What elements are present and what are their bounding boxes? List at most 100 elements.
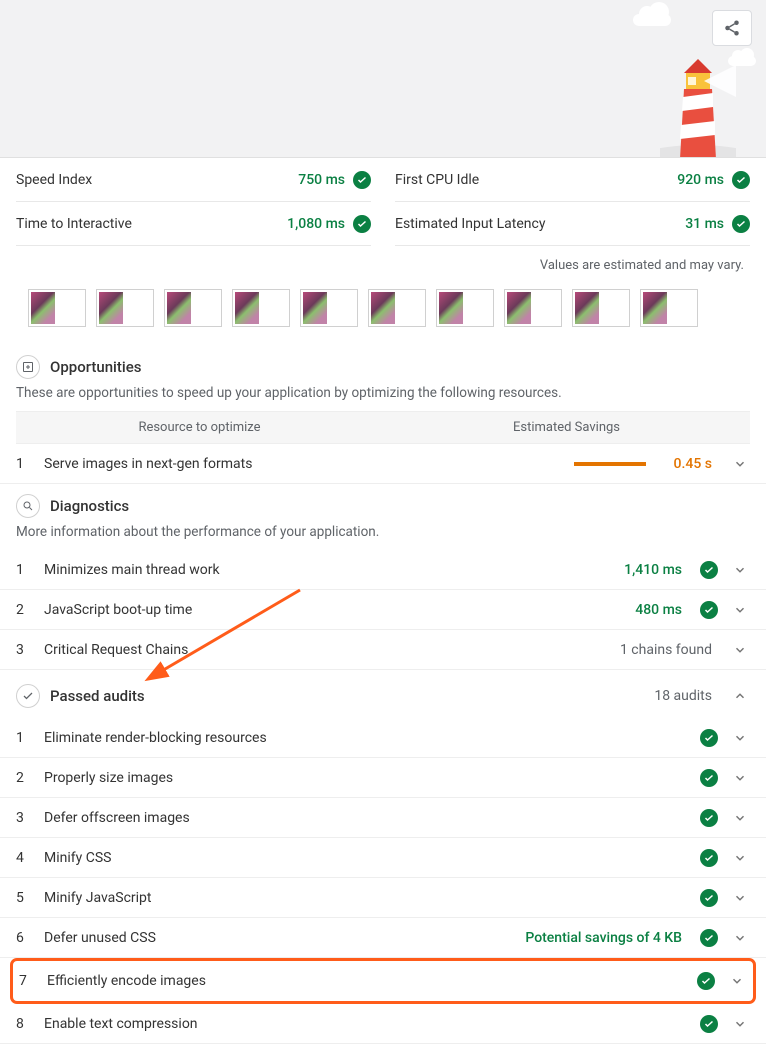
- audit-number: 1: [16, 562, 32, 578]
- audit-number: 2: [16, 602, 32, 618]
- audit-number: 1: [16, 456, 32, 472]
- metric-row: Time to Interactive 1,080 ms: [16, 202, 371, 246]
- chevron-down-icon[interactable]: [730, 603, 750, 617]
- audit-title: Minify CSS: [44, 850, 688, 866]
- metric-label: Estimated Input Latency: [395, 216, 545, 232]
- passed-audit-row[interactable]: 5 Minify JavaScript: [0, 878, 766, 918]
- audit-number: 4: [16, 850, 32, 866]
- pass-icon: [700, 729, 718, 747]
- chevron-down-icon[interactable]: [727, 974, 747, 988]
- pass-icon: [700, 1015, 718, 1033]
- filmstrip-frame[interactable]: [164, 289, 222, 327]
- opportunities-icon: [16, 355, 40, 379]
- opportunity-row[interactable]: 1 Serve images in next-gen formats 0.45 …: [0, 444, 766, 484]
- highlighted-audit: 7 Efficiently encode images: [10, 958, 756, 1004]
- chevron-down-icon[interactable]: [730, 771, 750, 785]
- audit-number: 3: [16, 810, 32, 826]
- section-title: Diagnostics: [50, 497, 129, 515]
- filmstrip-frame[interactable]: [436, 289, 494, 327]
- metric-value: 1,080 ms: [287, 216, 345, 232]
- diagnostic-note: 1 chains found: [620, 642, 712, 658]
- chevron-down-icon[interactable]: [730, 563, 750, 577]
- audit-title: JavaScript boot-up time: [44, 602, 623, 618]
- filmstrip-frame[interactable]: [504, 289, 562, 327]
- diagnostic-row[interactable]: 2 JavaScript boot-up time 480 ms: [0, 590, 766, 630]
- section-title: Opportunities: [50, 358, 141, 376]
- filmstrip-frame[interactable]: [368, 289, 426, 327]
- share-icon: [723, 19, 741, 37]
- passed-audit-row[interactable]: 4 Minify CSS: [0, 838, 766, 878]
- passed-audit-row[interactable]: 3 Defer offscreen images: [0, 798, 766, 838]
- opportunities-desc: These are opportunities to speed up your…: [0, 385, 766, 411]
- diagnostic-row[interactable]: 1 Minimizes main thread work 1,410 ms: [0, 550, 766, 590]
- passed-audits-header[interactable]: Passed audits 18 audits: [0, 670, 766, 718]
- audit-title: Minify JavaScript: [44, 890, 688, 906]
- chevron-down-icon[interactable]: [730, 457, 750, 471]
- opportunities-columns: Resource to optimize Estimated Savings: [16, 411, 750, 444]
- audit-title: Enable text compression: [44, 1016, 688, 1032]
- audit-title: Defer offscreen images: [44, 810, 688, 826]
- audit-number: 8: [16, 1016, 32, 1032]
- pass-icon: [697, 972, 715, 990]
- passed-audit-row[interactable]: 7 Efficiently encode images: [13, 961, 753, 1001]
- passed-audit-row[interactable]: 8 Enable text compression: [0, 1004, 766, 1044]
- section-title: Passed audits: [50, 687, 145, 705]
- col-resource: Resource to optimize: [16, 420, 383, 435]
- audit-value: Potential savings of 4 KB: [525, 930, 682, 946]
- diagnostics-header: Diagnostics: [0, 484, 766, 524]
- passed-audit-row[interactable]: 2 Properly size images: [0, 758, 766, 798]
- pass-icon: [700, 561, 718, 579]
- chevron-up-icon[interactable]: [730, 689, 750, 703]
- passed-audit-row[interactable]: 1 Eliminate render-blocking resources: [0, 718, 766, 758]
- metric-value: 31 ms: [685, 216, 724, 232]
- audit-title: Properly size images: [44, 770, 688, 786]
- audit-number: 7: [19, 973, 35, 989]
- filmstrip-frame[interactable]: [640, 289, 698, 327]
- audit-title: Serve images in next-gen formats: [44, 456, 562, 472]
- metrics-grid: Speed Index 750 ms Time to Interactive 1…: [0, 158, 766, 246]
- pass-icon: [700, 601, 718, 619]
- filmstrip-frame[interactable]: [232, 289, 290, 327]
- audit-title: Efficiently encode images: [47, 973, 685, 989]
- chevron-down-icon[interactable]: [730, 1017, 750, 1031]
- chevron-down-icon[interactable]: [730, 931, 750, 945]
- savings-bar: [574, 462, 646, 466]
- check-icon: [16, 684, 40, 708]
- col-savings: Estimated Savings: [383, 420, 750, 435]
- filmstrip-frame[interactable]: [28, 289, 86, 327]
- metric-row: Speed Index 750 ms: [16, 158, 371, 202]
- audit-title: Defer unused CSS: [44, 930, 513, 946]
- chevron-down-icon[interactable]: [730, 811, 750, 825]
- diagnostics-desc: More information about the performance o…: [0, 524, 766, 550]
- chevron-down-icon[interactable]: [730, 731, 750, 745]
- opportunities-header: Opportunities: [0, 345, 766, 385]
- audit-number: 6: [16, 930, 32, 946]
- filmstrip-frame[interactable]: [96, 289, 154, 327]
- pass-icon: [353, 171, 371, 189]
- audit-number: 2: [16, 770, 32, 786]
- passed-audit-row[interactable]: 6 Defer unused CSS Potential savings of …: [0, 918, 766, 958]
- chevron-down-icon[interactable]: [730, 643, 750, 657]
- pass-icon: [700, 769, 718, 787]
- estimate-note: Values are estimated and may vary.: [0, 246, 766, 279]
- metric-row: First CPU Idle 920 ms: [395, 158, 750, 202]
- pass-icon: [700, 889, 718, 907]
- pass-icon: [732, 171, 750, 189]
- cloud-decoration: [633, 14, 671, 26]
- filmstrip: [0, 279, 766, 345]
- filmstrip-frame[interactable]: [572, 289, 630, 327]
- metric-label: First CPU Idle: [395, 172, 479, 188]
- pass-icon: [353, 215, 371, 233]
- chevron-down-icon[interactable]: [730, 851, 750, 865]
- audit-title: Critical Request Chains: [44, 642, 608, 658]
- filmstrip-frame[interactable]: [300, 289, 358, 327]
- pass-icon: [700, 849, 718, 867]
- metric-row: Estimated Input Latency 31 ms: [395, 202, 750, 246]
- chevron-down-icon[interactable]: [730, 891, 750, 905]
- audit-title: Minimizes main thread work: [44, 562, 612, 578]
- audit-number: 3: [16, 642, 32, 658]
- hero-banner: [0, 0, 766, 158]
- metric-value: 920 ms: [677, 172, 724, 188]
- diagnostic-value: 1,410 ms: [624, 562, 682, 578]
- diagnostic-row[interactable]: 3 Critical Request Chains 1 chains found: [0, 630, 766, 670]
